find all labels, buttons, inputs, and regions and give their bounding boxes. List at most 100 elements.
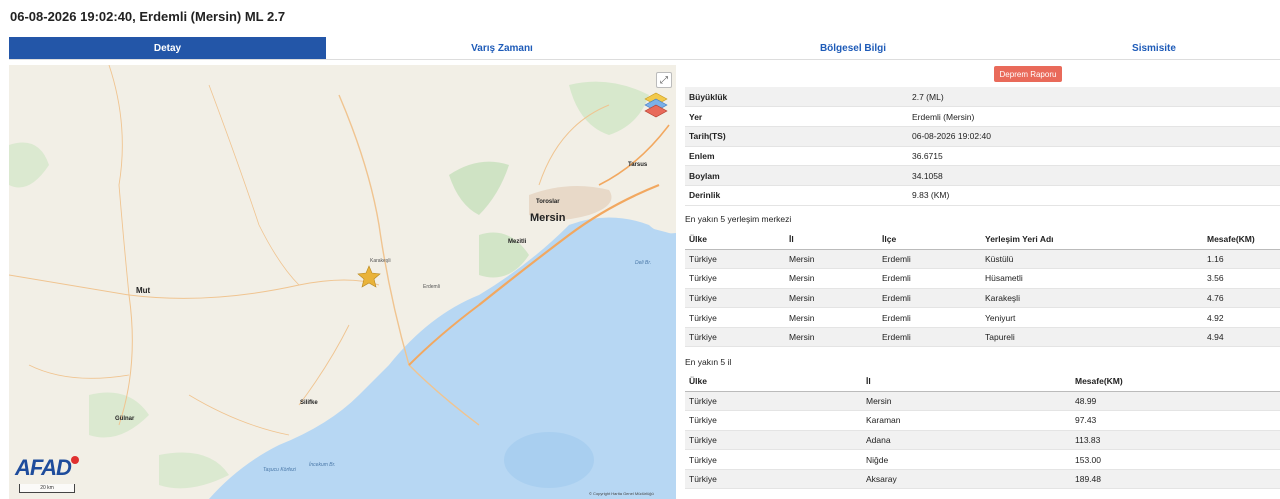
- expand-icon[interactable]: ⤢: [656, 72, 672, 88]
- table-cell: Niğde: [862, 449, 1071, 470]
- tab-varis-zamani[interactable]: Varış Zamanı: [326, 37, 678, 59]
- table-cell: Yeniyurt: [981, 307, 1203, 328]
- detail-key: Büyüklük: [685, 87, 908, 108]
- detail-row: Enlem 36.6715: [685, 146, 1280, 167]
- detail-key: Boylam: [685, 165, 908, 186]
- report-button[interactable]: Deprem Raporu: [994, 66, 1062, 82]
- table-cell: Mersin: [785, 307, 878, 328]
- table-cell: Türkiye: [685, 268, 785, 289]
- table-cell: Türkiye: [685, 327, 785, 348]
- table-cell: 113.83: [1071, 430, 1280, 451]
- table-cell: Türkiye: [685, 391, 862, 412]
- column-header: İlçe: [878, 230, 981, 250]
- settlements-heading: En yakın 5 yerleşim merkezi: [685, 214, 792, 224]
- provinces-heading: En yakın 5 il: [685, 357, 732, 367]
- table-cell: Erdemli: [878, 249, 981, 270]
- map-label-erdemli: Erdemli: [423, 284, 440, 290]
- table-cell: Erdemli: [878, 268, 981, 289]
- column-header: İl: [785, 230, 878, 250]
- table-cell: Türkiye: [685, 469, 862, 490]
- map-label-toroslar: Toroslar: [536, 199, 560, 205]
- column-header: Yerleşim Yeri Adı: [981, 230, 1203, 250]
- table-cell: Mersin: [785, 268, 878, 289]
- map-label-tasucu: Taşucu Körfezi: [263, 467, 296, 473]
- table-cell: Mersin: [862, 391, 1071, 412]
- logo-dot: [71, 456, 79, 464]
- table-row: Türkiye Adana 113.83: [685, 430, 1280, 451]
- table-row: Türkiye Mersin Erdemli Tapureli 4.94: [685, 327, 1280, 348]
- table-row: Türkiye Mersin Erdemli Yeniyurt 4.92: [685, 307, 1280, 328]
- detail-row: Derinlik 9.83 (KM): [685, 185, 1280, 206]
- tab-bar: Detay Varış Zamanı Bölgesel Bilgi Sismis…: [9, 37, 1280, 60]
- tab-sismisite[interactable]: Sismisite: [1028, 37, 1280, 59]
- tab-bolgesel-bilgi[interactable]: Bölgesel Bilgi: [678, 37, 1028, 59]
- detail-key: Enlem: [685, 146, 908, 167]
- table-row: Türkiye Mersin 48.99: [685, 391, 1280, 412]
- detail-value: Erdemli (Mersin): [908, 106, 1280, 127]
- detail-key: Tarih(TS): [685, 126, 908, 147]
- map-label-karakesli: Karakeşli: [370, 258, 391, 264]
- map-label-mut: Mut: [136, 286, 151, 295]
- table-cell: Erdemli: [878, 327, 981, 348]
- detail-value: 2.7 (ML): [908, 87, 1280, 108]
- table-cell: 153.00: [1071, 449, 1280, 470]
- table-cell: 4.92: [1203, 307, 1280, 328]
- map-scale: 20 km: [19, 484, 75, 493]
- settlements-table: Ülke İl İlçe Yerleşim Yeri Adı Mesafe(KM) Tü…: [685, 230, 1280, 348]
- table-row: Türkiye Aksaray 189.48: [685, 469, 1280, 490]
- detail-value: 34.1058: [908, 165, 1280, 186]
- table-cell: Mersin: [785, 288, 878, 309]
- table-cell: Türkiye: [685, 449, 862, 470]
- table-cell: Türkiye: [685, 307, 785, 328]
- detail-key: Yer: [685, 106, 908, 127]
- table-cell: Hüsametli: [981, 268, 1203, 289]
- map-label-incekum: İncekum Br.: [309, 462, 336, 468]
- detail-value: 36.6715: [908, 146, 1280, 167]
- table-cell: 1.16: [1203, 249, 1280, 270]
- detail-row: Büyüklük 2.7 (ML): [685, 87, 1280, 108]
- table-row: Türkiye Mersin Erdemli Küstülü 1.16: [685, 249, 1280, 270]
- detail-value: 9.83 (KM): [908, 185, 1280, 206]
- table-cell: 3.56: [1203, 268, 1280, 289]
- map-label-mersin: Mersin: [530, 212, 566, 224]
- table-cell: Erdemli: [878, 288, 981, 309]
- table-cell: 4.76: [1203, 288, 1280, 309]
- table-row: Türkiye Mersin Erdemli Hüsametli 3.56: [685, 268, 1280, 289]
- table-cell: Tapureli: [981, 327, 1203, 348]
- column-header: Ülke: [685, 230, 785, 250]
- map-label-mezitli: Mezitli: [508, 239, 527, 245]
- layers-icon[interactable]: [643, 91, 669, 119]
- detail-row: Yer Erdemli (Mersin): [685, 106, 1280, 127]
- column-header: Mesafe(KM): [1203, 230, 1280, 250]
- table-cell: Küstülü: [981, 249, 1203, 270]
- detail-key: Derinlik: [685, 185, 908, 206]
- column-header: Mesafe(KM): [1071, 372, 1280, 392]
- table-cell: 97.43: [1071, 410, 1280, 431]
- detail-table: Büyüklük 2.7 (ML) Yer Erdemli (Mersin) Tarih…: [685, 87, 1280, 206]
- table-row: Türkiye Karaman 97.43: [685, 410, 1280, 431]
- afad-logo: AFAD: [15, 455, 72, 480]
- map-label-gulnar: Gülnar: [115, 416, 135, 422]
- map-canvas: [9, 65, 676, 499]
- table-cell: Adana: [862, 430, 1071, 451]
- table-cell: Türkiye: [685, 288, 785, 309]
- table-cell: 48.99: [1071, 391, 1280, 412]
- table-cell: 4.94: [1203, 327, 1280, 348]
- table-cell: Türkiye: [685, 430, 862, 451]
- table-cell: Türkiye: [685, 410, 862, 431]
- table-cell: Mersin: [785, 249, 878, 270]
- column-header: İl: [862, 372, 1071, 392]
- table-row: Türkiye Niğde 153.00: [685, 449, 1280, 470]
- earthquake-map[interactable]: Mersin Mut Tarsus Toroslar Mezitli Silif…: [9, 65, 676, 499]
- column-header: Ülke: [685, 372, 862, 392]
- map-label-deli-br: Deli Br.: [635, 260, 652, 266]
- detail-row: Tarih(TS) 06-08-2026 19:02:40: [685, 126, 1280, 147]
- map-label-tarsus: Tarsus: [628, 162, 648, 168]
- table-row: Türkiye Mersin Erdemli Karakeşli 4.76: [685, 288, 1280, 309]
- table-cell: Karakeşli: [981, 288, 1203, 309]
- tab-detay[interactable]: Detay: [9, 37, 326, 59]
- provinces-table: Ülke İl Mesafe(KM) Türkiye Mersin 48.99 Türki…: [685, 372, 1280, 490]
- table-cell: 189.48: [1071, 469, 1280, 490]
- table-cell: Karaman: [862, 410, 1071, 431]
- page-title: 06-08-2026 19:02:40, Erdemli (Mersin) ML…: [10, 9, 286, 24]
